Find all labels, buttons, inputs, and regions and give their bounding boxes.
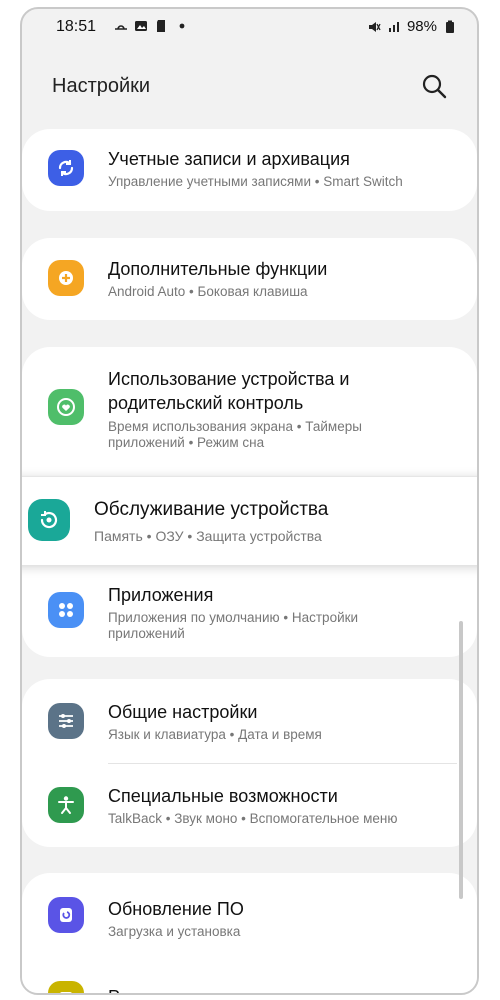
manual-icon	[48, 981, 84, 993]
item-title: Обновление ПО	[108, 899, 244, 919]
battery-icon	[446, 20, 454, 33]
item-accessibility[interactable]: Специальные возможности TalkBack • Звук …	[22, 763, 477, 847]
sd-card-icon	[157, 20, 165, 32]
sliders-icon	[48, 703, 84, 739]
status-bar: 18:51 98%	[22, 9, 477, 43]
signal-icon	[388, 21, 399, 32]
status-time: 18:51	[56, 18, 97, 35]
item-general-management[interactable]: Общие настройки Язык и клавиатура • Дата…	[22, 679, 477, 763]
item-subtitle-line1: Приложения по умолчанию • Настройки	[108, 610, 359, 625]
battery-percent: 98%	[406, 18, 437, 35]
mute-icon	[368, 21, 381, 32]
item-title: Дополнительные функции	[108, 259, 328, 279]
item-title: Общие настройки	[108, 702, 258, 722]
apps-icon	[48, 592, 84, 628]
item-subtitle: Язык и клавиатура • Дата и время	[108, 727, 322, 742]
item-apps[interactable]: Приложения Приложения по умолчанию • Нас…	[22, 569, 477, 653]
item-title: Приложения	[108, 585, 214, 605]
dot-icon	[179, 23, 185, 29]
item-subtitle: Загрузка и установка	[108, 924, 241, 939]
status-right: 98%	[367, 18, 457, 35]
item-title: Учетные записи и архивация	[108, 149, 350, 169]
item-device-care[interactable]: Обслуживание устройства Память • ОЗУ • З…	[22, 476, 477, 565]
item-title: Руководство пользователя	[108, 985, 457, 993]
item-subtitle: Память • ОЗУ • Защита устройства	[94, 528, 322, 544]
digital-wellbeing-icon	[48, 389, 84, 425]
gallery-icon	[135, 21, 147, 31]
item-user-manual[interactable]: Руководство пользователя	[22, 957, 477, 993]
device-care-icon	[28, 499, 70, 541]
plus-gear-icon	[48, 260, 84, 296]
search-button[interactable]	[419, 71, 449, 101]
sync-icon	[48, 150, 84, 186]
item-subtitle: Управление учетными записями • Smart Swi…	[108, 174, 403, 189]
item-subtitle-line1: Время использования экрана • Таймеры	[108, 419, 362, 434]
item-accounts-backup[interactable]: Учетные записи и архивация Управление уч…	[22, 129, 477, 211]
item-subtitle-line2: приложений	[108, 626, 185, 641]
item-subtitle-line2: приложений • Режим сна	[108, 435, 265, 450]
item-software-update[interactable]: Обновление ПО Загрузка и установка	[22, 873, 477, 957]
item-title: Специальные возможности	[108, 786, 338, 806]
item-advanced-features[interactable]: Дополнительные функции Android Auto • Бо…	[22, 238, 477, 320]
search-icon	[422, 74, 447, 99]
item-subtitle: TalkBack • Звук моно • Вспомогательное м…	[108, 811, 398, 826]
page-title: Настройки	[52, 75, 151, 97]
scrollbar[interactable]	[459, 621, 463, 899]
weather-icon	[115, 25, 127, 30]
item-title-line1: Использование устройства и	[108, 369, 350, 389]
notification-icons	[114, 19, 188, 33]
update-icon	[48, 897, 84, 933]
item-digital-wellbeing[interactable]: Использование устройства и родительский …	[22, 347, 477, 469]
item-title-line2: родительский контроль	[108, 393, 304, 413]
item-subtitle: Android Auto • Боковая клавиша	[108, 284, 308, 299]
accessibility-icon	[48, 787, 84, 823]
item-title: Обслуживание устройства	[94, 499, 329, 520]
phone-frame: 18:51 98% Настройки Учетные записи и арх…	[20, 7, 479, 995]
